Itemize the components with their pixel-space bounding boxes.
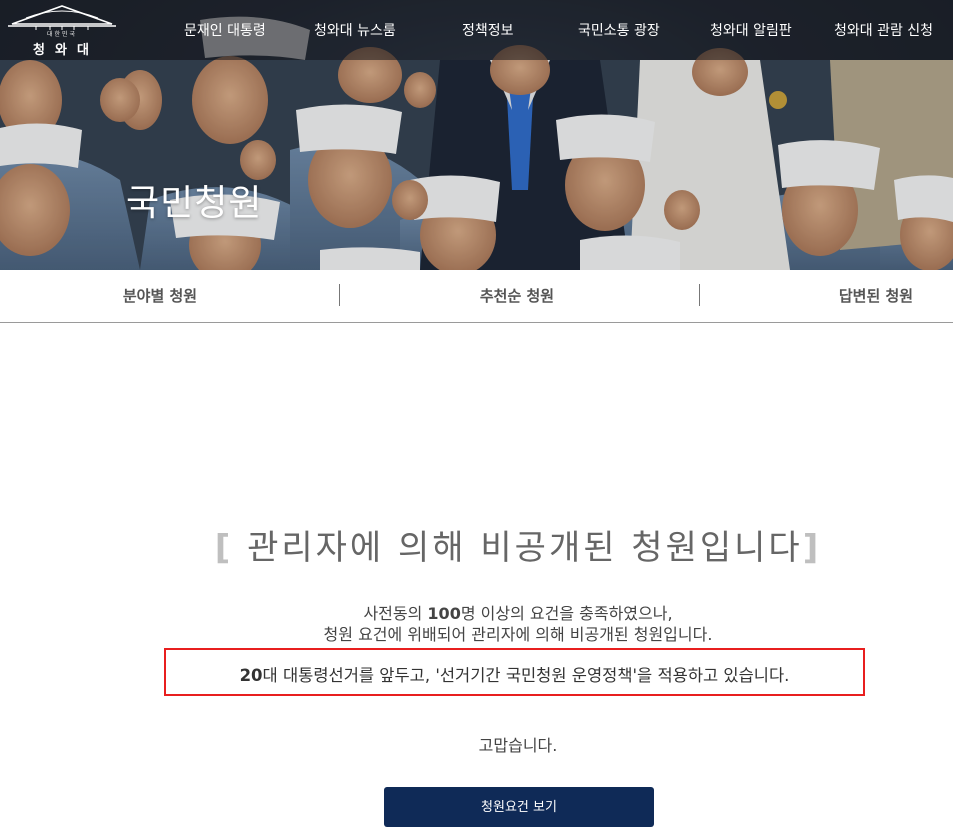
- bracket-close: ]: [802, 528, 822, 568]
- nav-item-communication[interactable]: 국민소통 광장: [578, 20, 660, 40]
- notice-heading-text: 관리자에 의해 비공개된 청원입니다: [233, 528, 803, 568]
- hero-banner: 대한민국 청와대 문재인 대통령 청와대 뉴스룸 정책정보 국민소통 광장 청와…: [0, 0, 953, 270]
- logo-main-text: 청와대: [33, 43, 99, 58]
- petition-tabs: 분야별 청원 추천순 청원 답변된 청원: [0, 270, 953, 323]
- nav-item-tour-request[interactable]: 청와대 관람 신청: [834, 20, 933, 40]
- nav-item-notice-board[interactable]: 청와대 알림판: [710, 20, 792, 40]
- nav-item-policy[interactable]: 정책정보: [462, 20, 514, 40]
- election-policy-text: 대 대통령선거를 앞두고, '선거기간 국민청원 운영정책'을 적용하고 있습니…: [262, 666, 790, 685]
- tab-by-category[interactable]: 분야별 청원: [0, 270, 320, 322]
- bracket-open: [: [214, 528, 234, 568]
- page-title: 국민청원: [126, 183, 263, 224]
- nav-item-newsroom[interactable]: 청와대 뉴스룸: [314, 20, 396, 40]
- tab-by-recommendation[interactable]: 추천순 청원: [357, 270, 677, 322]
- top-navigation: 대한민국 청와대 문재인 대통령 청와대 뉴스룸 정책정보 국민소통 광장 청와…: [0, 0, 953, 60]
- tab-answered[interactable]: 답변된 청원: [716, 270, 953, 322]
- tab-divider: [339, 284, 340, 306]
- notice-heading: [ 관리자에 의해 비공개된 청원입니다]: [0, 520, 953, 569]
- thanks-text: 고맙습니다.: [478, 736, 558, 755]
- logo-small-text: 대한민국: [46, 31, 78, 38]
- highlight-box: 20대 대통령선거를 앞두고, '선거기간 국민청원 운영정책'을 적용하고 있…: [164, 648, 865, 696]
- blue-house-roof-icon: [8, 5, 116, 30]
- cheongwadae-logo[interactable]: 대한민국 청와대: [6, 2, 118, 58]
- notice-line-2: 청원 요건에 위배되어 관리자에 의해 비공개된 청원입니다.: [323, 625, 713, 644]
- election-policy-notice: 20대 대통령선거를 앞두고, '선거기간 국민청원 운영정책'을 적용하고 있…: [166, 662, 863, 686]
- nav-item-president[interactable]: 문재인 대통령: [184, 20, 266, 40]
- election-number: 20: [239, 666, 263, 685]
- view-petition-requirements-button[interactable]: 청원요건 보기: [384, 787, 654, 827]
- tab-divider: [699, 284, 700, 306]
